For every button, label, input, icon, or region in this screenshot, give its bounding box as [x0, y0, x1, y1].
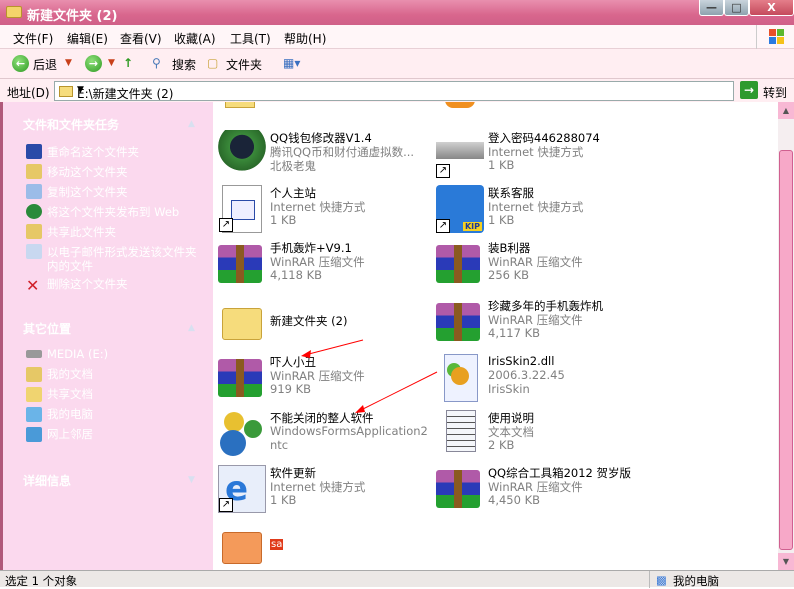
folder-icon [6, 6, 22, 18]
network-icon [26, 427, 42, 442]
file-list: QQ钱包修改器V1.4 腾讯QQ币和财付通虚拟数... 北极老鬼 ↗ 登入密码4… [213, 102, 778, 570]
windows-logo-icon [756, 25, 794, 49]
menu-favorites[interactable]: 收藏(A) [174, 30, 216, 47]
up-folder-icon[interactable]: ↑ [123, 56, 133, 70]
place-media[interactable]: MEDIA (E:) [47, 347, 108, 361]
folders-icon: ▢ [207, 56, 219, 70]
annotation-arrow [358, 371, 438, 412]
back-dropdown-icon[interactable]: ▼ [65, 58, 72, 68]
expand-icon[interactable]: ▼ [188, 475, 195, 485]
go-arrow-icon[interactable]: → [740, 81, 758, 99]
toolbar: ← 后退 ▼ → ▼ ↑ ⚲ 搜索 ▢ 文件夹 ▦▾ [0, 49, 794, 79]
views-button[interactable]: ▦▾ [283, 56, 300, 70]
go-button[interactable]: 转到 [763, 84, 787, 101]
rename-icon [26, 144, 42, 159]
menu-edit[interactable]: 编辑(E) [67, 30, 108, 47]
collapse-icon[interactable]: ▲ [188, 323, 195, 333]
minimize-button[interactable]: — [699, 0, 724, 16]
maximize-button[interactable]: □ [724, 0, 749, 16]
my-documents-icon [26, 367, 42, 382]
menu-tools[interactable]: 工具(T) [230, 30, 271, 47]
back-button[interactable]: 后退 [33, 56, 57, 73]
menu-file[interactable]: 文件(F) [13, 30, 53, 47]
close-button[interactable]: X [749, 0, 794, 16]
share-icon [26, 224, 42, 239]
my-computer-icon: ▩ [656, 573, 667, 587]
delete-icon: ✕ [26, 276, 40, 295]
drive-icon [26, 350, 42, 358]
move-icon [26, 164, 42, 179]
address-dropdown-icon[interactable]: ▼ [77, 85, 729, 95]
menu-bar: 文件(F) 编辑(E) 查看(V) 收藏(A) 工具(T) 帮助(H) [0, 25, 794, 49]
details-title[interactable]: 详细信息 [23, 472, 71, 489]
task-move[interactable]: 移动这个文件夹 [47, 165, 128, 179]
places-title[interactable]: 其它位置 [23, 320, 71, 337]
annotation-arrowhead [355, 405, 365, 413]
folder-icon [59, 86, 73, 97]
scroll-up-button[interactable]: ▲ [778, 102, 794, 119]
task-share[interactable]: 共享此文件夹 [47, 225, 116, 239]
address-label: 地址(D) [7, 86, 50, 100]
place-my-documents[interactable]: 我的文档 [47, 367, 93, 381]
shared-documents-icon [26, 387, 42, 402]
address-bar: 地址(D) E:\新建文件夹 (2) ▼ [0, 79, 794, 102]
folders-button[interactable]: 文件夹 [226, 56, 262, 73]
task-delete[interactable]: 删除这个文件夹 [47, 277, 128, 291]
title-bar: 新建文件夹 (2) — □ X [0, 0, 794, 25]
email-icon [26, 244, 42, 259]
status-bar: 选定 1 个对象 ▩ 我的电脑 [0, 570, 794, 588]
tasks-title[interactable]: 文件和文件夹任务 [23, 116, 119, 133]
forward-dropdown-icon[interactable]: ▼ [108, 58, 115, 68]
search-icon: ⚲ [152, 56, 161, 70]
collapse-icon[interactable]: ▲ [188, 119, 195, 129]
search-button[interactable]: 搜索 [172, 56, 196, 73]
task-pane: 文件和文件夹任务 ▲ 重命名这个文件夹 移动这个文件夹 复制这个文件夹 将这个文… [0, 102, 213, 570]
place-network[interactable]: 网上邻居 [47, 427, 93, 441]
task-copy[interactable]: 复制这个文件夹 [47, 185, 128, 199]
task-email[interactable]: 以电子邮件形式发送该文件夹内的文件 [47, 245, 197, 273]
forward-arrow-icon[interactable]: → [85, 55, 102, 72]
annotation-arrow [304, 339, 364, 356]
scroll-thumb[interactable] [779, 150, 793, 550]
my-computer-icon [26, 407, 42, 422]
menu-help[interactable]: 帮助(H) [284, 30, 326, 47]
back-arrow-icon[interactable]: ← [12, 55, 29, 72]
address-input[interactable]: E:\新建文件夹 (2) ▼ [54, 81, 734, 101]
menu-view[interactable]: 查看(V) [120, 30, 162, 47]
annotation-arrows [301, 339, 438, 413]
scroll-down-button[interactable]: ▼ [778, 553, 794, 570]
place-shared-documents[interactable]: 共享文档 [47, 387, 93, 401]
annotation-arrowhead [301, 350, 311, 358]
vertical-scrollbar[interactable]: ▲ ▼ [778, 102, 794, 570]
task-publish[interactable]: 将这个文件夹发布到 Web [47, 205, 179, 219]
place-my-computer[interactable]: 我的电脑 [47, 407, 93, 421]
window-title: 新建文件夹 (2) [27, 9, 118, 24]
publish-web-icon [26, 204, 42, 219]
task-rename[interactable]: 重命名这个文件夹 [47, 145, 139, 159]
copy-icon [26, 184, 42, 199]
